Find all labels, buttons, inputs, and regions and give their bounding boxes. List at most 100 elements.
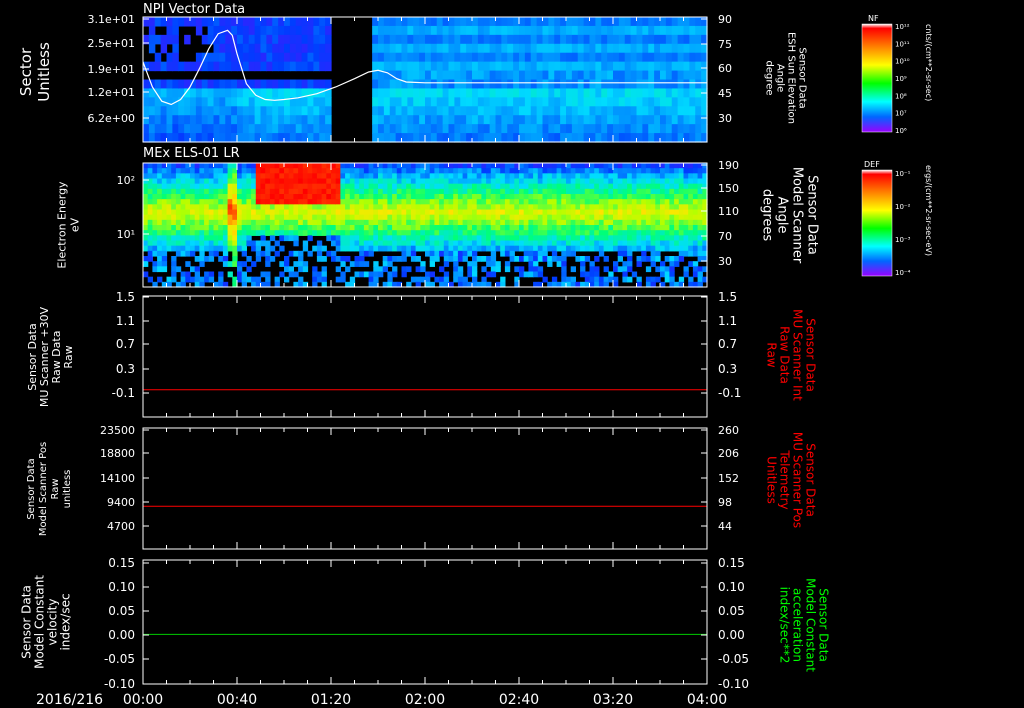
spectrogram-cell [624,61,632,72]
spectrogram-cell [457,240,464,247]
spectrogram-cell [222,178,229,185]
spectrogram-cell [152,214,158,221]
spectrogram-cell [241,214,247,221]
spectrogram-cell [490,266,497,273]
y-axis-title-line: unitless [62,470,73,509]
spectrogram-cell [241,168,247,174]
spectrogram-cell [307,88,314,98]
spectrogram-cell [241,209,247,216]
spectrogram-cell [269,214,276,221]
spectrogram-cell [695,34,702,45]
spectrogram-cell [190,133,197,143]
spectrogram-cell [143,88,150,98]
spectrogram-cell [143,133,150,143]
spectrogram-cell [636,88,643,98]
spectrogram-cell [671,34,679,45]
spectrogram-cell [213,199,219,205]
spectrogram-cell [419,61,426,72]
y2-tick-label: 30 [718,255,732,268]
panel1-title: NPI Vector Data [143,2,245,17]
spectrogram-cell [152,219,158,226]
spectrogram-cell [443,173,450,180]
spectrogram-cell [166,34,173,45]
spectrogram-cell [613,261,619,267]
spectrogram-cell [383,106,391,116]
spectrogram-cell [326,219,332,226]
spectrogram-cell [180,245,186,252]
spectrogram-cell [345,178,351,185]
spectrogram-cell [298,230,304,236]
spectrogram-cell [242,97,250,107]
spectrogram-cell [354,188,360,195]
y2-tick-label: 206 [718,447,739,460]
panel2-title: MEx ELS-01 LR [143,146,240,161]
spectrogram-cell [265,230,271,236]
spectrogram-cell [255,250,262,257]
spectrogram-cell [533,204,539,211]
y-axis-title-line: Raw [62,345,75,368]
spectrogram-cell [519,17,526,27]
spectrogram-cell [204,163,210,169]
spectrogram-cell [219,34,226,45]
spectrogram-cell [674,245,680,252]
spectrogram-cell [190,276,196,283]
spectrogram-cell [556,188,562,195]
spectrogram-cell [378,106,385,116]
spectrogram-cell [542,250,548,257]
spectrogram-cell [316,199,323,205]
spectrogram-cell [472,61,479,72]
spectrogram-cell [674,178,680,185]
spectrogram-cell [448,183,454,190]
spectrogram-cell [453,266,459,273]
spectrogram-cell [486,235,492,242]
spectrogram-cell [232,194,238,200]
spectrogram-cell [349,168,356,174]
spectrogram-cell [147,204,153,211]
spectrogram-cell [650,173,656,180]
spectrogram-cell [185,245,191,252]
spectrogram-cell [603,183,609,190]
spectrogram-cell [490,261,497,267]
spectrogram-cell [429,199,435,205]
spectrogram-cell [396,188,403,195]
spectrogram-cell [246,194,252,200]
spectrogram-cell [222,245,229,252]
spectrogram-cell [208,240,215,247]
spectrogram-cell [504,266,511,273]
spectrogram-cell [152,199,158,205]
spectrogram-cell [642,97,649,107]
spectrogram-cell [603,225,609,231]
spectrogram-cell [560,43,567,54]
spectrogram-cell [265,256,271,262]
spectrogram-cell [382,245,388,252]
spectrogram-cell [486,173,492,180]
colorbar-tick-label: 10⁸ [895,92,907,100]
spectrogram-cell [195,52,203,63]
spectrogram-cell [486,245,492,252]
spectrogram-cell [554,79,561,90]
spectrogram-cell [260,163,266,169]
spectrogram-cell [589,70,596,81]
spectrogram-cell [641,163,647,169]
spectrogram-cell [363,245,370,252]
spectrogram-cell [467,173,473,180]
spectrogram-cell [566,194,572,200]
spectrogram-cell [678,219,685,226]
spectrogram-cell [407,34,414,45]
spectrogram-cell [378,88,385,98]
spectrogram-cell [378,266,384,273]
spectrogram-cell [671,43,679,54]
spectrogram-cell [528,250,534,257]
spectrogram-cell [219,43,226,54]
y-tick-label: 14100 [100,472,135,485]
spectrogram-cell [575,225,581,231]
spectrogram-cell [345,266,351,273]
spectrogram-cell [448,52,455,63]
spectrogram-cell [533,183,539,190]
spectrogram-cell [536,43,544,54]
y-tick-label: 0.00 [108,628,135,642]
spectrogram-cell [683,97,690,107]
spectrogram-cell [627,276,633,283]
spectrogram-cell [577,115,585,125]
spectrogram-cell [363,188,370,195]
